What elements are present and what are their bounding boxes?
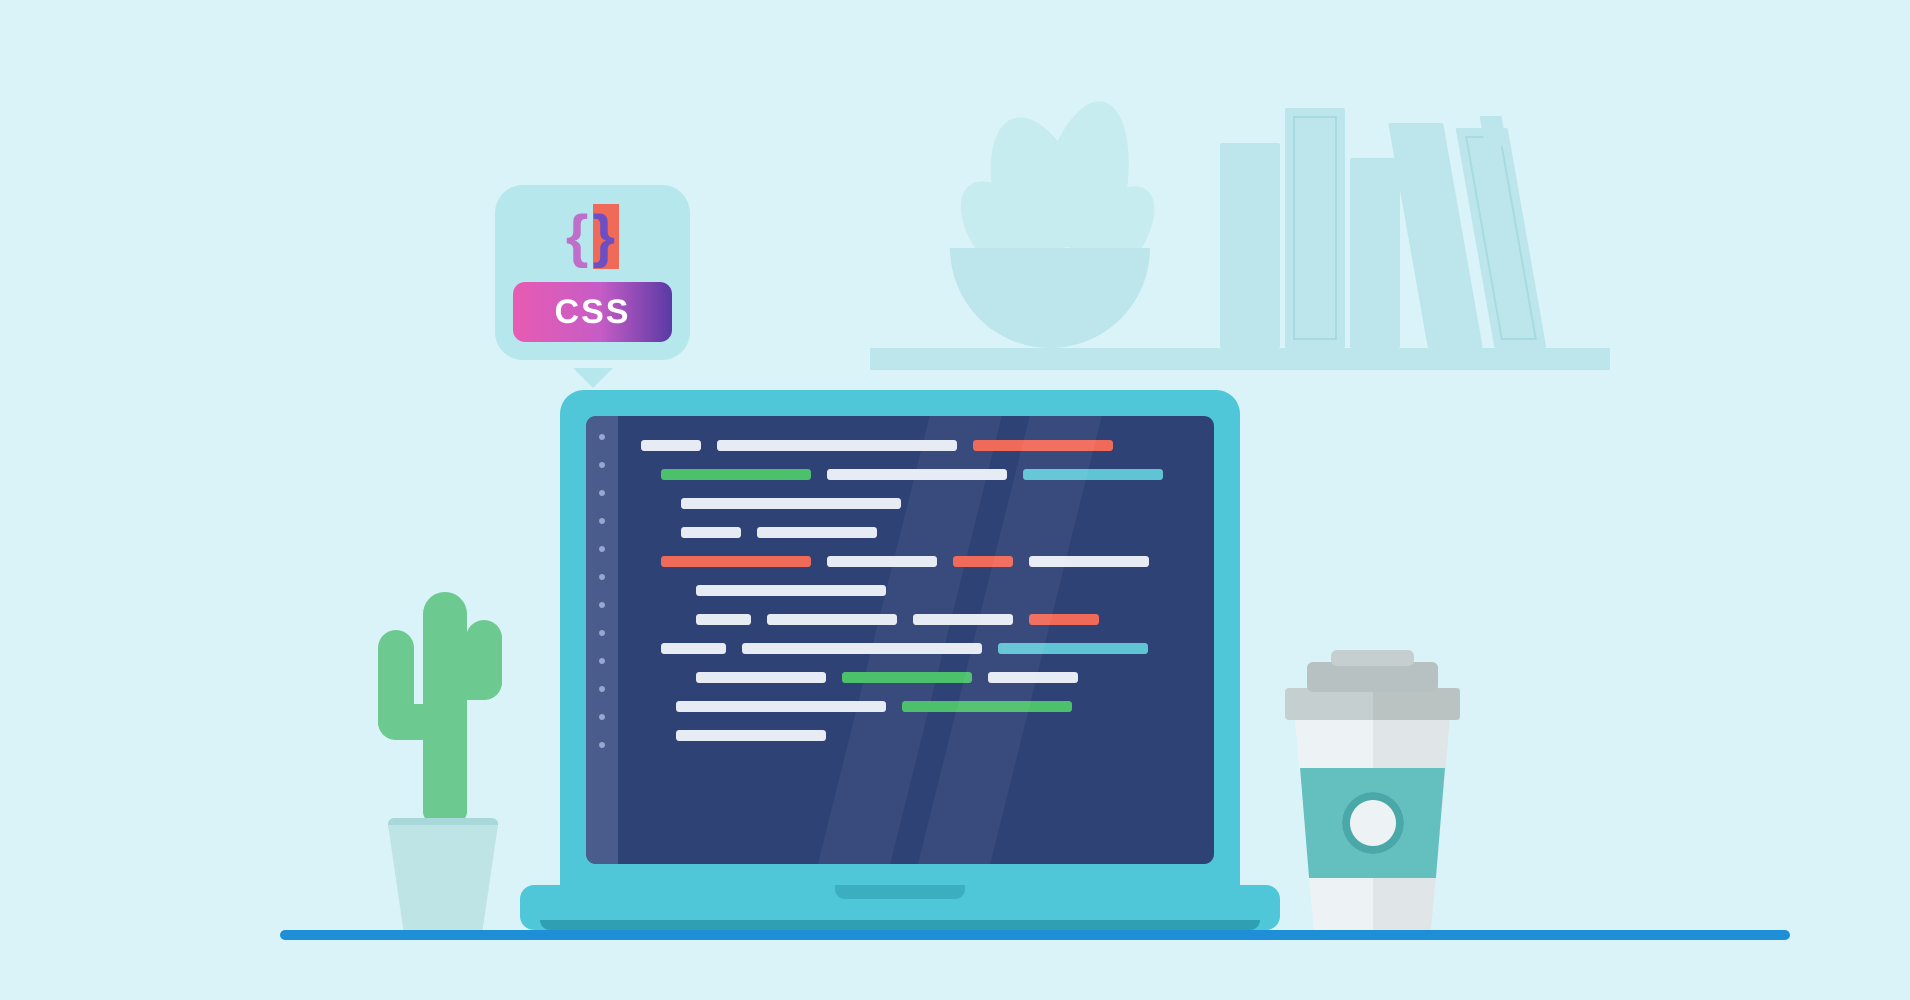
code-segment xyxy=(681,498,901,509)
cup-logo-icon xyxy=(1342,792,1404,854)
code-segment xyxy=(767,614,897,625)
code-row xyxy=(641,527,1189,538)
code-row xyxy=(641,614,1189,625)
code-segment xyxy=(717,440,957,451)
code-row xyxy=(641,440,1189,451)
cactus-arm xyxy=(466,620,502,700)
code-row xyxy=(641,585,1189,596)
code-row xyxy=(641,701,1189,712)
brace-left: { xyxy=(566,204,593,269)
css-badge: CSS xyxy=(513,282,672,342)
curly-braces-icon: {} xyxy=(495,203,690,270)
gutter-dot xyxy=(599,658,605,664)
desk-line xyxy=(280,930,1790,940)
code-segment xyxy=(696,672,826,683)
code-lines xyxy=(641,440,1189,741)
code-segment xyxy=(661,469,811,480)
illustration-scene: {} CSS xyxy=(0,0,1910,1000)
gutter-dot xyxy=(599,518,605,524)
code-segment xyxy=(913,614,1013,625)
book-icon xyxy=(1350,158,1400,348)
code-segment xyxy=(661,556,811,567)
brace-right: } xyxy=(593,204,620,269)
bookshelf-group xyxy=(870,60,1610,370)
code-row xyxy=(641,498,1189,509)
code-segment xyxy=(641,440,701,451)
laptop-icon xyxy=(560,390,1240,930)
gutter-dot xyxy=(599,462,605,468)
shelf-icon xyxy=(870,348,1610,370)
gutter-dot xyxy=(599,490,605,496)
css-speech-bubble: {} CSS xyxy=(495,185,690,360)
gutter-dot xyxy=(599,714,605,720)
cup-lid xyxy=(1285,688,1460,720)
code-gutter xyxy=(586,416,618,864)
coffee-cup-icon xyxy=(1285,650,1460,930)
code-segment xyxy=(1029,614,1099,625)
code-row xyxy=(641,556,1189,567)
gutter-dot xyxy=(599,742,605,748)
code-segment xyxy=(842,672,972,683)
code-row xyxy=(641,643,1189,654)
code-segment xyxy=(827,556,937,567)
code-segment xyxy=(757,527,877,538)
code-segment xyxy=(681,527,741,538)
code-row xyxy=(641,730,1189,741)
code-row xyxy=(641,672,1189,683)
gutter-dot xyxy=(599,630,605,636)
code-segment xyxy=(998,643,1148,654)
cup-lid xyxy=(1331,650,1414,666)
code-segment xyxy=(696,585,886,596)
book-icon xyxy=(1285,108,1345,348)
cactus-icon xyxy=(348,550,538,930)
code-segment xyxy=(827,469,1007,480)
code-segment xyxy=(973,440,1113,451)
code-segment xyxy=(902,701,1072,712)
gutter-dot xyxy=(599,602,605,608)
cactus-arm xyxy=(378,630,414,740)
gutter-dot xyxy=(599,546,605,552)
code-segment xyxy=(988,672,1078,683)
laptop-screen xyxy=(586,416,1214,864)
gutter-dot xyxy=(599,686,605,692)
laptop-base-shadow xyxy=(540,920,1260,930)
cactus-pot xyxy=(388,825,498,930)
code-segment xyxy=(696,614,751,625)
cup-sleeve xyxy=(1297,768,1448,878)
cup-lid xyxy=(1307,662,1438,692)
code-segment xyxy=(1029,556,1149,567)
book-icon xyxy=(1220,143,1280,348)
code-row xyxy=(641,469,1189,480)
code-segment xyxy=(676,701,886,712)
code-segment xyxy=(953,556,1013,567)
code-segment xyxy=(742,643,982,654)
gutter-dot xyxy=(599,574,605,580)
laptop-bezel xyxy=(560,390,1240,890)
code-segment xyxy=(676,730,826,741)
code-segment xyxy=(661,643,726,654)
plant-pot-icon xyxy=(950,248,1150,348)
gutter-dot xyxy=(599,434,605,440)
code-segment xyxy=(1023,469,1163,480)
